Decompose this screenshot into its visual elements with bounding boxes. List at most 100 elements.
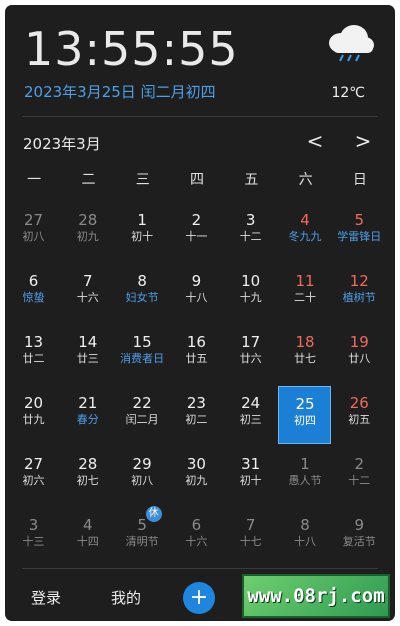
calendar-day[interactable]: 9 十八 <box>170 264 223 322</box>
day-number: 27 <box>23 455 44 473</box>
lunar-label: 廿三 <box>76 352 99 365</box>
day-number: 13 <box>23 333 44 351</box>
lunar-label: 初八 <box>22 230 45 243</box>
weekday-label: 日 <box>352 172 367 188</box>
day-number: 31 <box>241 455 261 473</box>
lunar-label: 廿七 <box>293 352 316 365</box>
calendar-day[interactable]: 2 十一 <box>170 203 223 261</box>
day-number: 21 <box>78 394 98 412</box>
calendar-day[interactable]: 12 植树节 <box>333 264 386 322</box>
lunar-label: 十七 <box>239 535 262 548</box>
calendar-day[interactable]: 16 廿五 <box>170 325 223 383</box>
weekday-label: 六 <box>298 172 313 188</box>
calendar-day[interactable]: 27 初八 <box>7 203 60 261</box>
day-number: 6 <box>191 516 202 534</box>
calendar-day[interactable]: 4 冬九九 <box>278 203 331 261</box>
calendar-day[interactable]: 14 廿三 <box>61 325 114 383</box>
calendar-week-row: 20 廿九 21 春分 22 闰二月 23 初二 24 初三 25 初四 26 初五 <box>7 386 393 447</box>
full-date: 2023年3月25日 闰二月初四 <box>24 83 216 101</box>
lunar-label: 学雷锋日 <box>337 230 382 243</box>
day-number: 19 <box>349 333 369 351</box>
calendar-day[interactable]: 15 消费者日 <box>116 325 169 383</box>
bottom-bar: 登录 我的 + www.08rj.com <box>5 573 395 621</box>
add-button[interactable]: + <box>183 582 215 614</box>
calendar-day[interactable]: 5 学雷锋日 <box>333 203 386 261</box>
day-number: 26 <box>349 394 369 412</box>
lunar-label: 愚人节 <box>288 474 322 487</box>
calendar-day[interactable]: 17 廿六 <box>224 325 277 383</box>
calendar-day-today[interactable]: 25 初四 <box>278 386 332 444</box>
calendar-day[interactable]: 5 清明节休 <box>116 506 169 566</box>
day-number: 17 <box>241 333 261 351</box>
calendar-day[interactable]: 7 十七 <box>224 508 277 566</box>
weekday-label: 三 <box>135 172 150 188</box>
lunar-label: 廿二 <box>22 352 45 365</box>
day-number: 23 <box>186 394 206 412</box>
next-month-button[interactable]: > <box>351 129 375 153</box>
day-number: 4 <box>300 211 310 229</box>
day-number: 9 <box>354 516 365 534</box>
calendar-day[interactable]: 28 初九 <box>61 203 114 261</box>
clock-time: 13:55:55 <box>24 22 239 76</box>
weekday-label: 一 <box>27 172 42 188</box>
day-number: 2 <box>354 455 365 473</box>
watermark-logo: www.08rj.com <box>242 574 390 618</box>
lunar-label: 初三 <box>239 413 262 426</box>
day-number: 3 <box>28 516 39 534</box>
prev-month-button[interactable]: < <box>303 129 327 153</box>
day-number: 14 <box>78 333 98 351</box>
calendar-day[interactable]: 28 初七 <box>61 447 114 505</box>
lunar-label: 初十 <box>131 230 154 243</box>
calendar-day[interactable]: 24 初三 <box>224 386 277 444</box>
calendar-widget: 13:55:55 2023年3月25日 闰二月初四 12℃ 2023年3月 < … <box>5 5 395 621</box>
calendar-day[interactable]: 6 十六 <box>170 508 223 566</box>
lunar-label: 初五 <box>348 413 371 426</box>
calendar-day[interactable]: 3 十二 <box>224 203 277 261</box>
day-number: 8 <box>137 272 147 290</box>
lunar-label: 十一 <box>185 230 208 243</box>
cloud-rain-icon <box>329 25 374 62</box>
divider <box>22 116 378 117</box>
lunar-label: 廿五 <box>185 352 208 365</box>
calendar-day[interactable]: 4 十四 <box>61 508 114 566</box>
calendar-day[interactable]: 22 闰二月 <box>116 386 169 444</box>
calendar-day[interactable]: 21 春分 <box>61 386 114 444</box>
calendar-day[interactable]: 19 廿八 <box>333 325 386 383</box>
day-number: 30 <box>186 455 206 473</box>
lunar-label: 复活节 <box>342 535 376 548</box>
calendar-day[interactable]: 30 初九 <box>170 447 223 505</box>
login-button[interactable]: 登录 <box>31 587 61 608</box>
day-number: 3 <box>245 211 256 229</box>
calendar-day[interactable]: 8 十八 <box>278 508 331 566</box>
day-number: 22 <box>132 394 152 412</box>
calendar-day[interactable]: 6 惊蛰 <box>7 264 60 322</box>
calendar-day[interactable]: 18 廿七 <box>278 325 331 383</box>
calendar-day[interactable]: 13 廿二 <box>7 325 60 383</box>
calendar-day[interactable]: 8 妇女节 <box>116 264 169 322</box>
mine-button[interactable]: 我的 <box>111 587 141 608</box>
calendar-day[interactable]: 3 十三 <box>7 508 60 566</box>
calendar-day[interactable]: 27 初六 <box>7 447 60 505</box>
calendar-day[interactable]: 7 十六 <box>61 264 114 322</box>
calendar-day[interactable]: 2 十二 <box>333 447 386 505</box>
calendar-day[interactable]: 10 十九 <box>224 264 277 322</box>
lunar-label: 十八 <box>185 291 208 304</box>
lunar-label: 初六 <box>22 474 45 487</box>
lunar-label: 初九 <box>185 474 208 487</box>
calendar-day[interactable]: 1 初十 <box>116 203 169 261</box>
day-number: 29 <box>132 455 152 473</box>
day-number: 4 <box>83 516 93 534</box>
temperature: 12℃ <box>331 85 365 101</box>
calendar-day[interactable]: 11 二十 <box>278 264 331 322</box>
calendar-day[interactable]: 26 初五 <box>333 386 386 444</box>
calendar-day[interactable]: 1 愚人节 <box>278 447 331 505</box>
calendar-day[interactable]: 31 初十 <box>224 447 277 505</box>
lunar-label: 十二 <box>239 230 262 243</box>
calendar-day[interactable]: 29 初八 <box>116 447 169 505</box>
calendar-week-row: 27 初六 28 初七 29 初八 30 初九 31 初十 1 愚人节 2 十二 <box>7 447 393 508</box>
day-number: 11 <box>295 272 315 290</box>
day-number: 25 <box>295 395 315 413</box>
calendar-day[interactable]: 9 复活节 <box>333 508 386 566</box>
calendar-day[interactable]: 20 廿九 <box>7 386 60 444</box>
calendar-day[interactable]: 23 初二 <box>170 386 223 444</box>
